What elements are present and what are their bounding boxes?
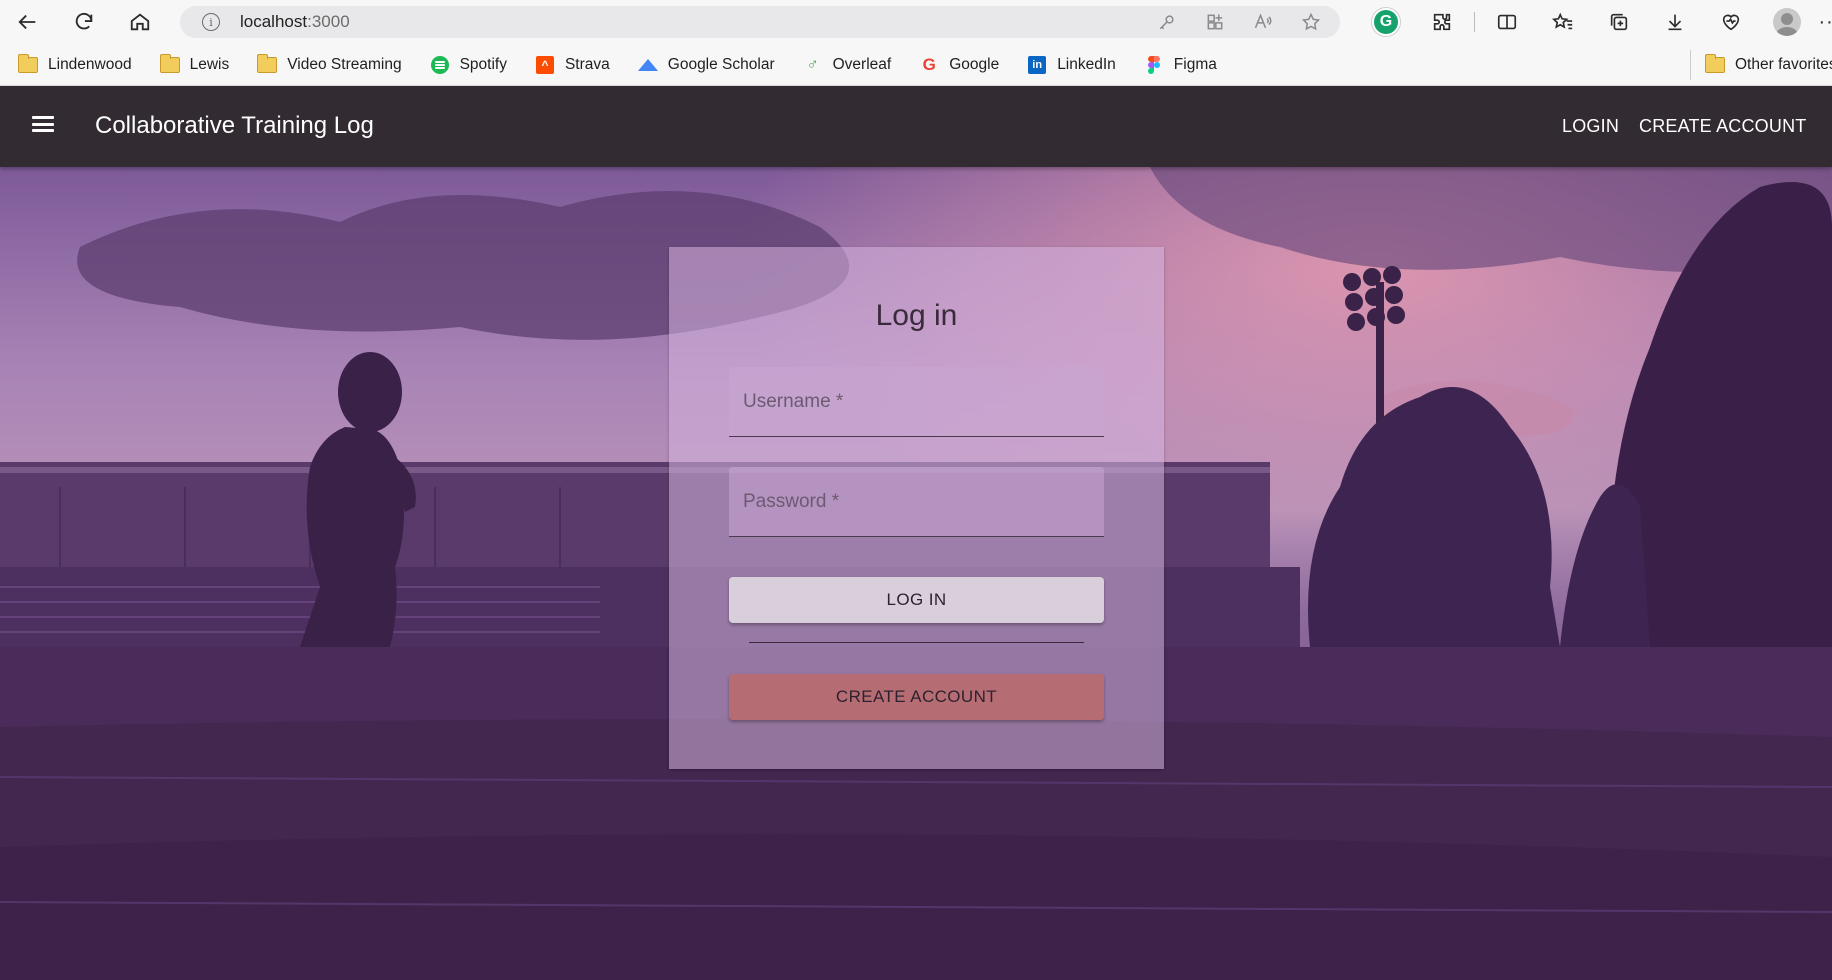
bookmark-label: LinkedIn [1057, 55, 1116, 73]
profile-avatar-icon[interactable] [1759, 0, 1815, 44]
bookmarks-bar: Lindenwood Lewis Video Streaming Spotify… [0, 44, 1832, 86]
url-text: localhost:3000 [240, 12, 350, 31]
app-title: Collaborative Training Log [95, 112, 374, 139]
bookmark-label: Google [949, 55, 1000, 73]
folder-icon [18, 53, 38, 74]
favorite-star-icon[interactable] [1300, 11, 1322, 33]
bookmark-overleaf[interactable]: ♂ Overleaf [785, 50, 902, 80]
figma-icon [1144, 55, 1164, 74]
linkedin-icon: in [1027, 55, 1047, 74]
bookmark-label: Figma [1173, 55, 1217, 73]
password-input[interactable] [729, 467, 1104, 536]
google-icon: G [922, 54, 936, 74]
folder-icon [257, 53, 278, 74]
username-field[interactable] [729, 367, 1104, 437]
extensions-icon[interactable] [1414, 0, 1470, 44]
address-bar[interactable]: i localhost:3000 [180, 6, 1340, 38]
bookmark-label: Overleaf [832, 55, 892, 73]
bookmark-label: Google Scholar [667, 55, 775, 73]
header-create-account-link[interactable]: CREATE ACCOUNT [1639, 116, 1806, 137]
password-field[interactable] [729, 467, 1104, 537]
header-login-link[interactable]: LOGIN [1562, 116, 1619, 137]
bookmark-label: Video Streaming [287, 55, 402, 73]
refresh-icon[interactable] [56, 0, 112, 44]
login-button[interactable]: LOG IN [729, 577, 1104, 623]
bookmark-video-streaming[interactable]: Video Streaming [239, 50, 411, 80]
folder-icon [159, 53, 180, 74]
bookmark-google-scholar[interactable]: Google Scholar [620, 50, 785, 80]
strava-icon: ^ [535, 55, 555, 74]
bookmark-strava[interactable]: ^ Strava [517, 50, 620, 80]
username-input[interactable] [729, 367, 1104, 436]
create-account-button[interactable]: CREATE ACCOUNT [729, 674, 1104, 720]
app-header: Collaborative Training Log LOGIN CREATE … [0, 86, 1832, 167]
folder-icon [1705, 54, 1725, 74]
toolbar-separator [1474, 12, 1475, 32]
bookmark-other-favorites[interactable]: Other favorites [1690, 50, 1832, 80]
split-screen-icon[interactable] [1479, 0, 1535, 44]
login-card: Log in LOG IN CREATE ACCOUNT [669, 247, 1164, 769]
info-icon[interactable]: i [202, 13, 220, 31]
bookmark-label: Lewis [189, 55, 230, 73]
bookmark-label: Strava [564, 55, 610, 73]
read-aloud-icon[interactable] [1252, 11, 1274, 33]
bookmark-label: Other favorites [1735, 56, 1832, 73]
bookmark-google[interactable]: G Google [901, 50, 1009, 80]
google-scholar-icon [637, 56, 658, 74]
grammarly-icon[interactable]: G [1358, 0, 1414, 44]
apps-icon[interactable] [1204, 11, 1226, 33]
divider [749, 642, 1084, 643]
favorites-icon[interactable] [1535, 0, 1591, 44]
bookmark-label: Lindenwood [48, 55, 132, 73]
overleaf-icon: ♂ [806, 55, 819, 73]
bookmark-lindenwood[interactable]: Lindenwood [0, 50, 142, 80]
browser-essentials-icon[interactable] [1703, 0, 1759, 44]
more-icon[interactable]: ··· [1815, 0, 1832, 44]
login-title: Log in [875, 299, 958, 332]
spotify-icon [430, 55, 450, 74]
downloads-icon[interactable] [1647, 0, 1703, 44]
bookmark-label: Spotify [459, 55, 507, 73]
bookmark-lewis[interactable]: Lewis [142, 50, 240, 80]
bookmark-figma[interactable]: Figma [1126, 50, 1227, 80]
bookmark-linkedin[interactable]: in LinkedIn [1009, 50, 1126, 80]
bookmark-spotify[interactable]: Spotify [412, 50, 517, 80]
browser-toolbar: i localhost:3000 G ··· [0, 0, 1832, 44]
key-icon[interactable] [1156, 11, 1178, 33]
home-icon[interactable] [112, 0, 168, 44]
hamburger-menu-icon[interactable] [30, 113, 56, 135]
back-icon[interactable] [0, 0, 56, 44]
collections-icon[interactable] [1591, 0, 1647, 44]
